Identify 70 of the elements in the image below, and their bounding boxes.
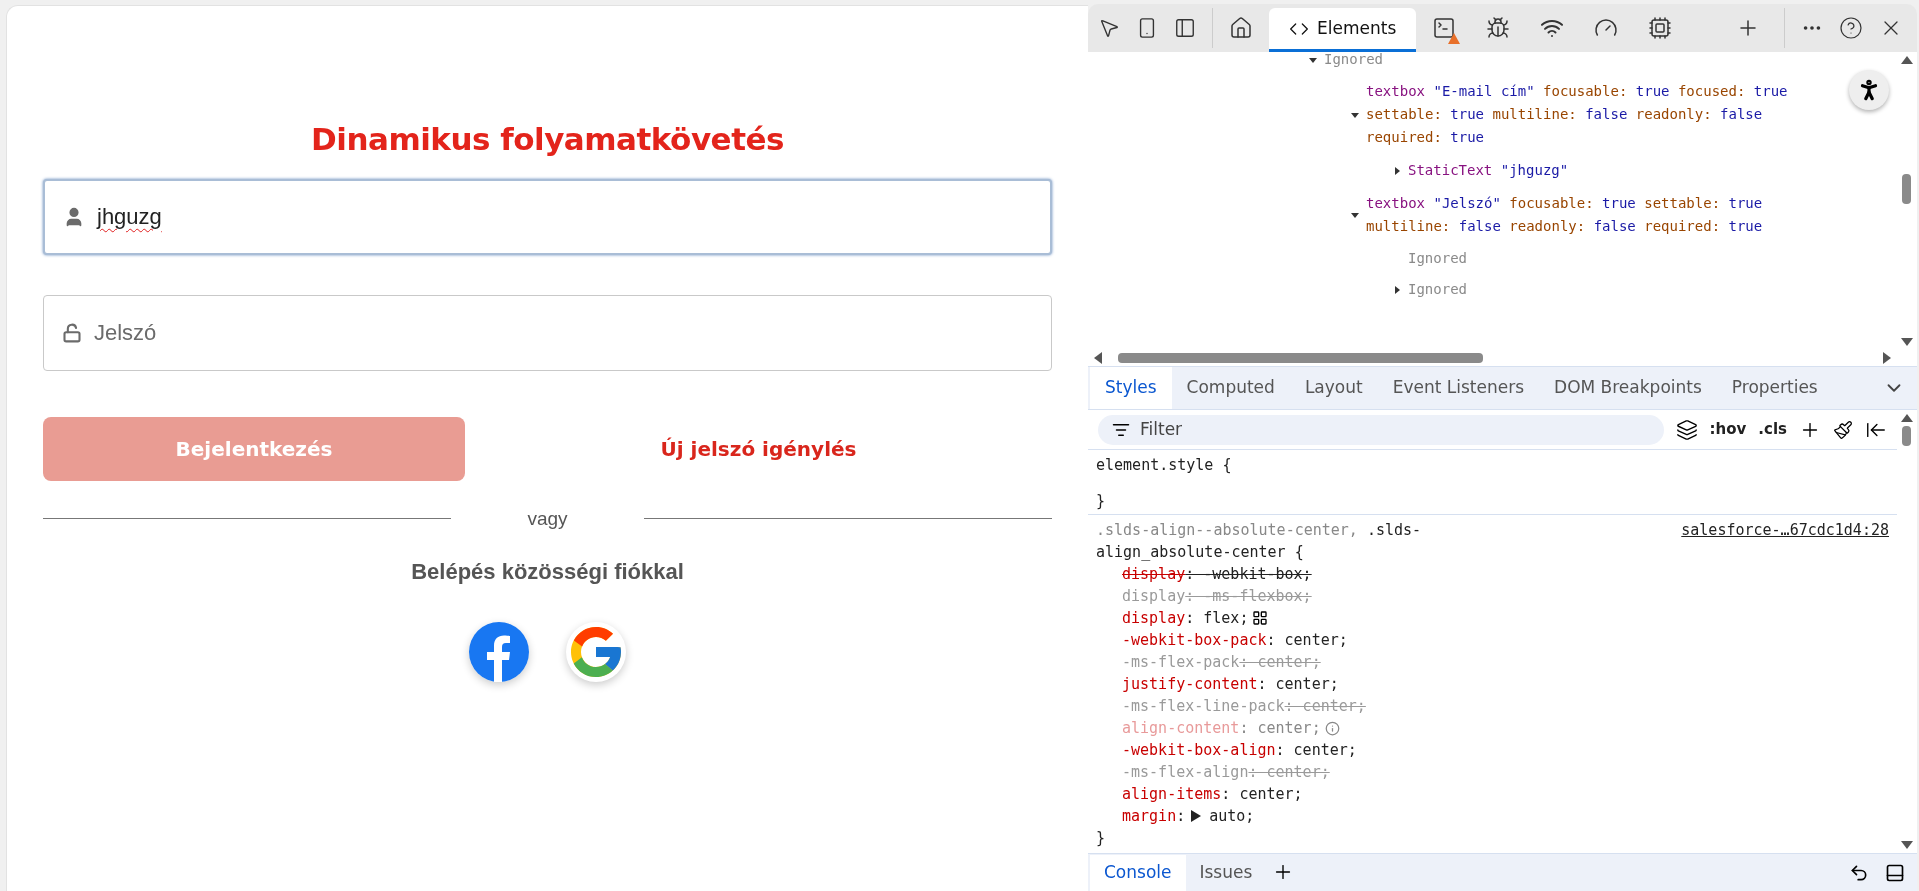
styles-tab[interactable]: Layout xyxy=(1289,367,1378,409)
scroll-right-icon[interactable] xyxy=(1883,352,1891,364)
toolbar-toggle[interactable]: .cls xyxy=(1758,418,1787,441)
css-declaration[interactable]: -webkit-box-pack: center; xyxy=(1096,629,1889,651)
accessibility-button[interactable] xyxy=(1849,70,1889,110)
page-title: Dinamikus folyamatkövetés xyxy=(311,120,784,159)
tree-node[interactable]: textbox "Jelszó" focusable: true settable: true multiline: false readonly: false required: true xyxy=(1366,192,1836,238)
scroll-up-icon[interactable] xyxy=(1901,414,1913,422)
dock-drawer-icon[interactable] xyxy=(1885,863,1905,883)
divider-label: vagy xyxy=(526,506,569,531)
css-declaration[interactable]: -webkit-box-align: center; xyxy=(1096,739,1889,761)
rule-selector: element.style { xyxy=(1096,455,1232,476)
rule-close-brace: } xyxy=(1096,828,1107,847)
username-value: jhguzg xyxy=(97,203,162,231)
undock-icon[interactable] xyxy=(1849,863,1869,883)
forgot-password-link[interactable]: Új jelszó igénylés xyxy=(660,433,857,464)
tree-node[interactable]: Ignored xyxy=(1408,279,1467,300)
tree-node[interactable]: textbox "E-mail cím" focusable: true focused: true settable: true multiline: false readonly: false required: true xyxy=(1366,80,1836,149)
scroll-left-icon[interactable] xyxy=(1094,352,1102,364)
css-declaration[interactable]: justify-content: center; xyxy=(1096,673,1889,695)
username-field[interactable]: jhguzg xyxy=(43,178,1052,255)
home-icon[interactable] xyxy=(1229,16,1253,40)
password-field[interactable]: Jelszó xyxy=(43,294,1052,371)
styles-tab[interactable]: Styles xyxy=(1090,367,1172,409)
css-declaration[interactable]: align-items: center; xyxy=(1096,783,1889,805)
drawer-tab[interactable]: Console xyxy=(1090,855,1186,891)
tree-node[interactable]: Ignored xyxy=(1324,49,1383,70)
social-login-heading: Belépés közösségi fiókkal xyxy=(411,558,684,586)
toolbar-toggle[interactable]: :hov xyxy=(1709,418,1747,441)
lock-icon xyxy=(62,322,82,343)
tree-node[interactable]: Ignored xyxy=(1408,248,1467,269)
css-declaration[interactable]: display: flex; xyxy=(1096,607,1889,629)
scrollbar-thumb[interactable] xyxy=(1118,353,1483,363)
console-icon[interactable] xyxy=(1432,16,1457,40)
cpu-icon[interactable] xyxy=(1648,16,1673,40)
scroll-up-icon[interactable] xyxy=(1901,56,1913,64)
caret-down-icon[interactable] xyxy=(1350,210,1360,220)
filter-field[interactable]: Filter xyxy=(1098,414,1664,445)
info-icon[interactable] xyxy=(1324,720,1340,736)
rule-selector: .slds-align--absolute-center, .slds-align_absolute-center { xyxy=(1096,520,1423,563)
css-declaration[interactable]: margin: auto; xyxy=(1096,805,1889,827)
paintbrush-icon[interactable] xyxy=(1833,419,1853,440)
css-declaration[interactable]: align-content: center; xyxy=(1096,717,1889,739)
styles-tab[interactable]: Event Listeners xyxy=(1377,367,1540,409)
help-icon[interactable] xyxy=(1839,16,1864,40)
scrollbar-thumb[interactable] xyxy=(1902,426,1911,446)
styles-tab[interactable]: DOM Breakpoints xyxy=(1539,367,1717,409)
caret-right-icon[interactable] xyxy=(1392,165,1402,176)
tree-node[interactable]: StaticText "jhguzg" xyxy=(1408,159,1878,182)
devtools-tab[interactable]: Elements xyxy=(1269,8,1417,52)
caret-right-icon[interactable] xyxy=(1392,284,1402,295)
layers-icon[interactable] xyxy=(1675,418,1698,441)
dock-icon[interactable] xyxy=(1174,17,1196,39)
flexbox-editor-icon[interactable] xyxy=(1252,610,1269,626)
inspect-icon[interactable] xyxy=(1098,17,1120,39)
rule-close-brace: } xyxy=(1096,491,1107,510)
password-placeholder: Jelszó xyxy=(94,319,157,347)
styles-tab[interactable]: Computed xyxy=(1171,367,1290,409)
filter-placeholder: Filter xyxy=(1140,417,1183,441)
scroll-down-icon[interactable] xyxy=(1901,841,1913,849)
bug-icon[interactable] xyxy=(1486,16,1511,40)
scroll-down-icon[interactable] xyxy=(1901,338,1913,346)
styles-tab[interactable]: Properties xyxy=(1716,367,1833,409)
expand-triangle-icon[interactable] xyxy=(1191,810,1202,822)
css-declaration[interactable]: display: -webkit-box; xyxy=(1096,563,1889,585)
scrollbar-thumb[interactable] xyxy=(1902,174,1911,204)
facebook-logo-icon[interactable] xyxy=(469,622,529,682)
source-link[interactable]: salesforce-…67cdc1d4:28 xyxy=(1681,519,1889,563)
warning-icon xyxy=(1448,33,1461,44)
drawer-tab[interactable]: Issues xyxy=(1185,855,1267,891)
